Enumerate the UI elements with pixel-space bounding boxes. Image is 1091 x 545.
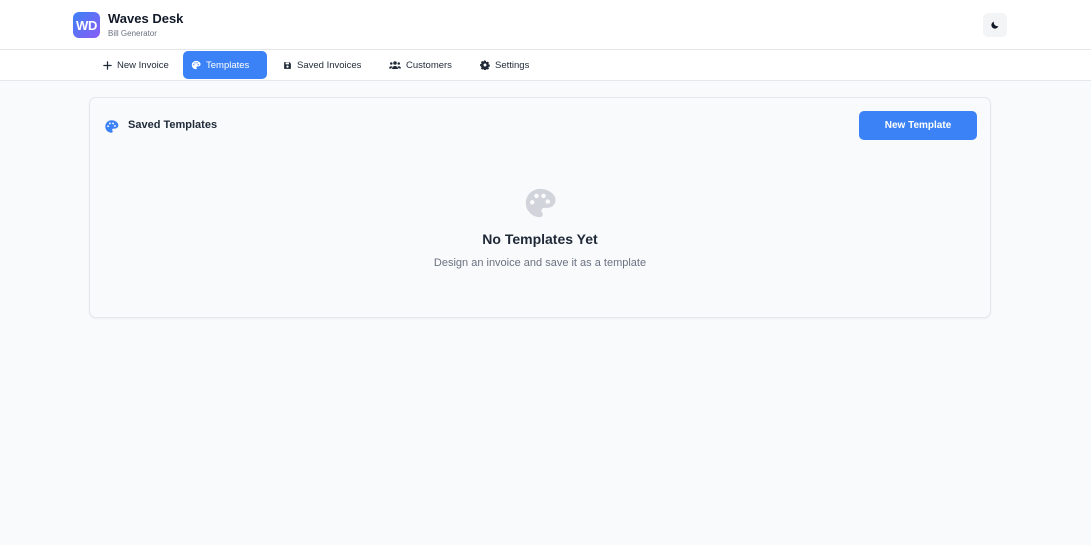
users-icon	[389, 61, 401, 69]
empty-state-title: No Templates Yet	[482, 231, 598, 247]
app-logo: WD	[73, 12, 100, 38]
tab-new-invoice[interactable]: New Invoice	[95, 51, 177, 79]
app-header: WD Waves Desk Bill Generator	[0, 0, 1091, 50]
save-icon	[284, 61, 291, 69]
app-title: Waves Desk	[108, 11, 184, 26]
palette-icon	[191, 60, 201, 70]
tab-label: Saved Invoices	[297, 59, 362, 71]
tab-label: New Invoice	[117, 59, 169, 71]
tab-saved-invoices[interactable]: Saved Invoices	[275, 51, 369, 79]
tab-label: Customers	[406, 59, 452, 71]
panel-title: Saved Templates	[128, 119, 218, 131]
tab-customers[interactable]: Customers	[381, 51, 460, 79]
gear-icon	[480, 60, 490, 70]
empty-state-message: Design an invoice and save it as a templ…	[433, 257, 647, 269]
new-template-button[interactable]: New Template	[859, 111, 977, 140]
templates-panel: Saved Templates New Template No Template…	[89, 97, 991, 318]
app-subtitle: Bill Generator	[108, 29, 157, 38]
tab-label: Settings	[495, 59, 530, 71]
tab-label: Templates	[206, 59, 250, 71]
tab-settings[interactable]: Settings	[472, 51, 537, 79]
tab-templates[interactable]: Templates	[183, 51, 267, 79]
main-nav: New Invoice Templates Saved Invoices Cus…	[0, 50, 1091, 81]
palette-icon	[525, 188, 556, 218]
plus-icon	[103, 60, 112, 70]
theme-toggle-button[interactable]	[983, 13, 1007, 37]
moon-icon	[991, 21, 999, 29]
palette-icon	[105, 120, 119, 133]
